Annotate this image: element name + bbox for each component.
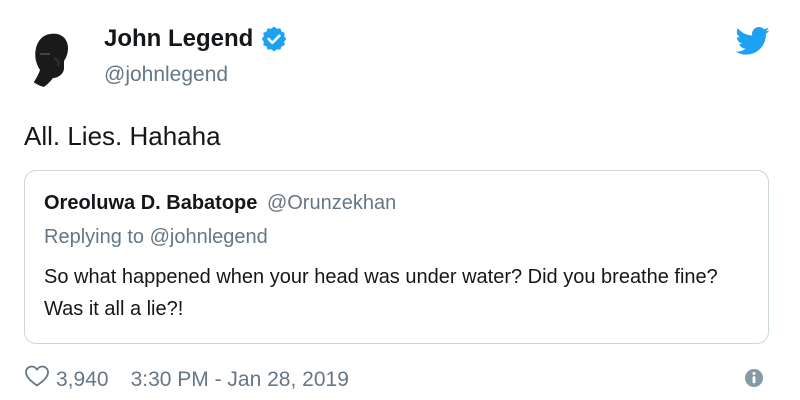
quoted-author-name: Oreoluwa D. Babatope (44, 192, 258, 214)
heart-icon (24, 364, 56, 395)
author-name[interactable]: John Legend (104, 24, 287, 54)
quoted-tweet-text: So what happened when your head was unde… (44, 266, 718, 320)
tweet-text: All. Lies. Hahaha (24, 121, 221, 151)
tweet-footer: 3,940 3:30 PM - Jan 28, 2019 (24, 364, 349, 395)
quoted-author-handle: @Orunzekhan (266, 192, 397, 214)
quoted-tweet[interactable]: Oreoluwa D. Babatope @Orunzekhan Replyin… (24, 170, 769, 344)
tweet-timestamp[interactable]: 3:30 PM - Jan 28, 2019 (131, 367, 349, 393)
quoted-tweet-header: Oreoluwa D. Babatope @Orunzekhan (44, 191, 396, 215)
avatar[interactable] (20, 24, 84, 88)
like-count: 3,940 (56, 367, 109, 391)
author-name-text: John Legend (104, 25, 254, 52)
twitter-bird-icon[interactable] (735, 26, 770, 56)
like-button[interactable]: 3,940 (24, 364, 109, 395)
verified-badge-icon (261, 26, 287, 52)
info-icon[interactable] (744, 368, 764, 388)
tweet-card: John Legend @johnlegend All. Lies. Hahah… (0, 0, 800, 400)
quoted-reply-context: Replying to @johnlegend (44, 226, 268, 248)
author-handle[interactable]: @johnlegend (104, 62, 228, 88)
